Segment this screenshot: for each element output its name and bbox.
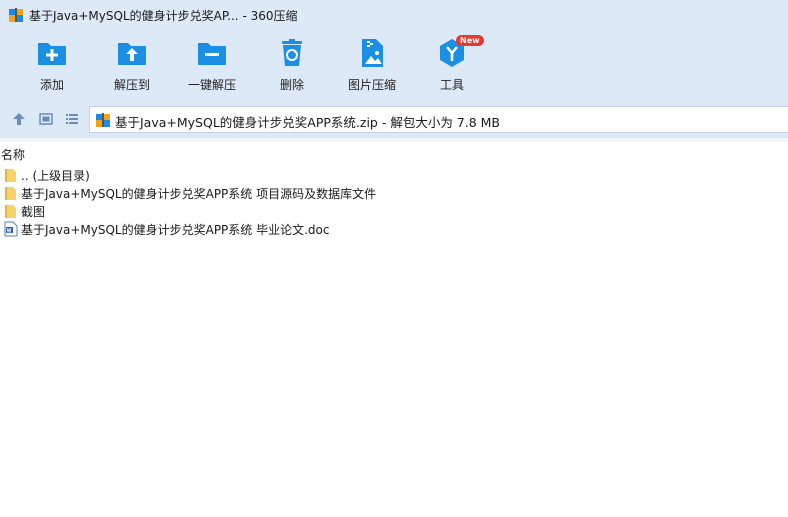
list-item[interactable]: 基于Java+MySQL的健身计步兑奖APP系统 项目源码及数据库文件 xyxy=(0,184,788,202)
tools-label: 工具 xyxy=(439,78,464,92)
file-list: .. (上级目录) 基于Java+MySQL的健身计步兑奖APP系统 项目源码及… xyxy=(0,166,788,238)
file-name: .. (上级目录) xyxy=(21,169,90,183)
one-click-extract-icon xyxy=(174,37,250,69)
address-text: 基于Java+MySQL的健身计步兑奖APP系统.zip - 解包大小为 7.8… xyxy=(115,115,501,130)
list-item[interactable]: 截图 xyxy=(0,202,788,220)
thumbnail-view-icon[interactable] xyxy=(38,111,54,127)
window-title: 基于Java+MySQL的健身计步兑奖AP... - 360压缩 xyxy=(29,9,298,23)
column-header[interactable]: 名称 xyxy=(0,145,788,163)
list-item[interactable]: 基于Java+MySQL的健身计步兑奖APP系统 毕业论文.doc xyxy=(0,220,788,238)
image-compress-icon xyxy=(334,37,410,69)
zip-file-icon xyxy=(95,112,111,128)
image-compress-button[interactable]: 图片压缩 xyxy=(334,37,410,95)
image-compress-label: 图片压缩 xyxy=(347,78,396,92)
add-label: 添加 xyxy=(39,78,64,92)
list-view-icon[interactable] xyxy=(64,111,80,127)
archive-app-icon xyxy=(8,7,24,23)
folder-icon xyxy=(4,185,18,201)
recycle-bin-icon xyxy=(254,37,330,69)
tools-button[interactable]: New 工具 xyxy=(414,35,490,95)
add-icon xyxy=(14,37,90,69)
extract-to-icon xyxy=(94,37,170,69)
file-name: 截图 xyxy=(21,205,46,219)
address-field[interactable]: 基于Java+MySQL的健身计步兑奖APP系统.zip - 解包大小为 7.8… xyxy=(89,106,788,133)
divider xyxy=(0,138,788,142)
folder-icon xyxy=(4,203,18,219)
delete-label: 删除 xyxy=(279,78,304,92)
word-doc-icon xyxy=(4,221,18,237)
address-bar: 基于Java+MySQL的健身计步兑奖APP系统.zip - 解包大小为 7.8… xyxy=(0,100,788,138)
one-click-extract-label: 一键解压 xyxy=(187,78,236,92)
list-item[interactable]: .. (上级目录) xyxy=(0,166,788,184)
new-badge: New xyxy=(456,35,484,46)
title-bar: 基于Java+MySQL的健身计步兑奖AP... - 360压缩 xyxy=(0,0,788,30)
add-button[interactable]: 添加 xyxy=(14,37,90,95)
extract-to-label: 解压到 xyxy=(113,78,150,92)
file-name: 基于Java+MySQL的健身计步兑奖APP系统 项目源码及数据库文件 xyxy=(21,187,377,201)
delete-button[interactable]: 删除 xyxy=(254,37,330,95)
up-arrow-icon[interactable] xyxy=(11,111,27,127)
file-name: 基于Java+MySQL的健身计步兑奖APP系统 毕业论文.doc xyxy=(21,223,330,237)
toolbar: 添加 解压到 一键解压 删除 图片压缩 New 工具 xyxy=(0,30,788,100)
extract-to-button[interactable]: 解压到 xyxy=(94,37,170,95)
folder-icon xyxy=(4,167,18,183)
one-click-extract-button[interactable]: 一键解压 xyxy=(174,37,250,95)
column-name-label: 名称 xyxy=(1,148,26,162)
